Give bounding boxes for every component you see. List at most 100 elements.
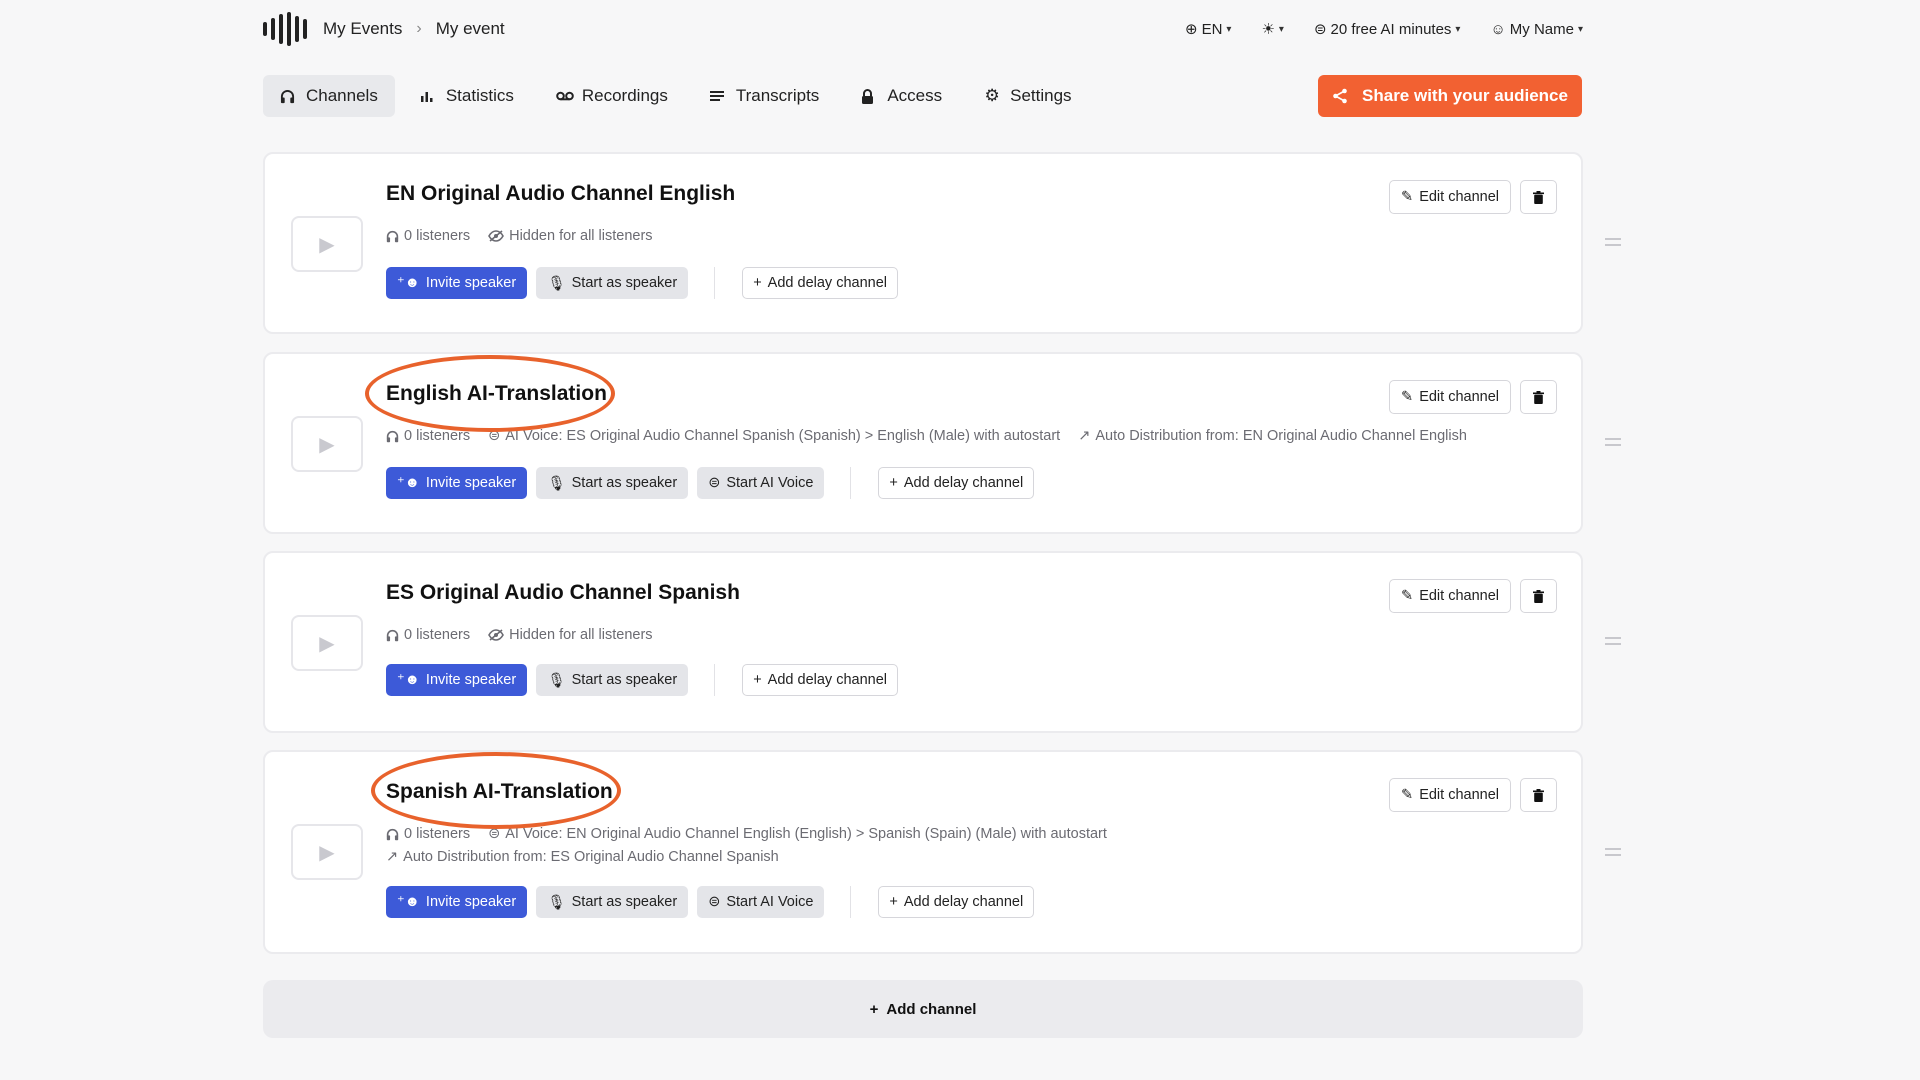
ai-voice-info: ⊜ AI Voice: ES Original Audio Channel Sp… [488,428,1061,444]
share-icon [1332,88,1348,104]
invite-speaker-button[interactable]: ⁺☻ Invite speaker [386,467,528,499]
language-label: EN [1201,20,1223,38]
tab-transcripts[interactable]: Transcripts [693,75,836,117]
channel-title: Spanish AI-Translation [386,780,613,803]
trash-icon [1533,788,1544,802]
drag-handle-icon[interactable] [1605,238,1621,246]
add-channel-button[interactable]: + Add channel [263,980,1583,1038]
tab-statistics[interactable]: Statistics [403,75,531,117]
breadcrumb-separator-icon: › [416,20,422,37]
plus-icon: + [753,672,762,688]
auto-distribution-info: ↗ Auto Distribution from: EN Original Au… [1078,428,1467,444]
theme-selector[interactable]: ☀ ▾ [1261,20,1283,38]
user-name: My Name [1509,20,1574,38]
auto-distribution-icon: ↗ [386,849,399,865]
edit-channel-button[interactable]: ✎ Edit channel [1389,180,1511,214]
channel-meta: 0 listeners ⊜ AI Voice: ES Original Audi… [386,428,1467,444]
start-as-speaker-button[interactable]: 🎙 Start as speaker [536,886,689,918]
pencil-icon: ✎ [1401,588,1414,604]
start-ai-voice-button[interactable]: ⊜ Start AI Voice [697,886,825,918]
share-button[interactable]: Share with your audience [1318,75,1582,117]
channel-meta: 0 listeners Hidden for all listeners [386,228,653,244]
divider [714,267,716,299]
channel-card: ▶ EN Original Audio Channel English 0 li… [263,152,1583,334]
channel-meta-secondary: ↗ Auto Distribution from: ES Original Au… [386,849,779,865]
channel-title: EN Original Audio Channel English [386,182,736,205]
microphone-icon: 🎙 [547,275,566,292]
breadcrumb-my-event[interactable]: My event [436,19,505,39]
start-as-speaker-button[interactable]: 🎙 Start as speaker [536,467,689,499]
listeners-count: 0 listeners [386,228,470,244]
add-delay-channel-button[interactable]: + Add delay channel [878,886,1035,918]
sun-icon: ☀ [1261,21,1275,38]
headphones-icon [386,828,399,841]
play-button[interactable]: ▶ [291,615,363,671]
add-user-icon: ⁺☻ [397,894,420,910]
start-as-speaker-button[interactable]: 🎙 Start as speaker [536,664,689,696]
channel-meta: 0 listeners ⊜ AI Voice: EN Original Audi… [386,826,1107,842]
delete-channel-button[interactable] [1520,380,1557,414]
channel-actions: ⁺☻ Invite speaker 🎙 Start as speaker + Add … [386,664,898,696]
drag-handle-icon[interactable] [1605,438,1621,446]
delete-channel-button[interactable] [1520,579,1557,613]
ai-minutes-selector[interactable]: ⊜ 20 free AI minutes ▾ [1313,20,1461,39]
divider [850,467,852,499]
play-button[interactable]: ▶ [291,216,363,272]
invite-speaker-button[interactable]: ⁺☻ Invite speaker [386,886,528,918]
invite-speaker-button[interactable]: ⁺☻ Invite speaker [386,664,528,696]
invite-speaker-button[interactable]: ⁺☻ Invite speaker [386,267,528,299]
auto-distribution-icon: ↗ [1078,428,1091,444]
drag-handle-icon[interactable] [1605,848,1621,856]
breadcrumb-my-events[interactable]: My Events [323,19,402,39]
channel-card: ▶ Spanish AI-Translation 0 listeners ⊜ A… [263,750,1583,954]
lock-icon [861,88,877,104]
microphone-icon: 🎙 [547,672,566,689]
delete-channel-button[interactable] [1520,778,1557,812]
coin-icon: ⊜ [1313,21,1327,38]
pencil-icon: ✎ [1401,389,1414,405]
language-selector[interactable]: ⊕ EN ▾ [1185,20,1231,39]
gear-icon: ⚙ [984,86,1000,105]
add-delay-channel-button[interactable]: + Add delay channel [742,664,898,696]
headphones-icon [386,430,399,443]
channel-actions: ⁺☻ Invite speaker 🎙 Start as speaker ⊜ Star… [386,886,1035,918]
ai-voice-info: ⊜ AI Voice: EN Original Audio Channel En… [488,826,1107,842]
pencil-icon: ✎ [1401,787,1414,803]
trash-icon [1533,190,1544,204]
lines-icon [709,90,726,102]
microphone-icon: 🎙 [547,475,566,492]
play-icon: ▶ [319,632,335,655]
channel-meta: 0 listeners Hidden for all listeners [386,627,653,643]
start-as-speaker-button[interactable]: 🎙 Start as speaker [536,267,689,299]
add-delay-channel-button[interactable]: + Add delay channel [878,467,1035,499]
auto-distribution-info: ↗ Auto Distribution from: ES Original Au… [386,849,779,865]
edit-channel-button[interactable]: ✎ Edit channel [1389,778,1511,812]
channel-card: ▶ ES Original Audio Channel Spanish 0 li… [263,551,1583,733]
eye-off-icon [488,629,505,641]
tab-settings[interactable]: ⚙ Settings [967,75,1088,117]
user-menu[interactable]: ☺ My Name ▾ [1490,21,1583,38]
tab-recordings[interactable]: Recordings [539,75,685,117]
tab-channels[interactable]: Channels [263,75,395,117]
plus-icon: + [889,475,898,491]
add-delay-channel-button[interactable]: + Add delay channel [742,267,898,299]
logo-icon[interactable] [263,12,307,46]
ai-minutes-label: 20 free AI minutes [1330,20,1452,38]
tab-label: Settings [1010,86,1072,105]
breadcrumb: My Events › My event [323,19,505,39]
play-button[interactable]: ▶ [291,824,363,880]
tab-label: Access [887,86,943,105]
play-button[interactable]: ▶ [291,416,363,472]
drag-handle-icon[interactable] [1605,637,1621,645]
edit-channel-button[interactable]: ✎ Edit channel [1389,579,1511,613]
recording-icon [556,91,574,101]
plus-icon: + [869,1000,879,1018]
globe-icon: ⊕ [1185,21,1198,38]
start-ai-voice-button[interactable]: ⊜ Start AI Voice [697,467,825,499]
edit-channel-button[interactable]: ✎ Edit channel [1389,380,1511,414]
tab-access[interactable]: Access [844,75,959,117]
listeners-count: 0 listeners [386,826,470,842]
delete-channel-button[interactable] [1520,180,1557,214]
tab-label: Transcripts [735,86,820,105]
eye-off-icon [488,230,505,242]
